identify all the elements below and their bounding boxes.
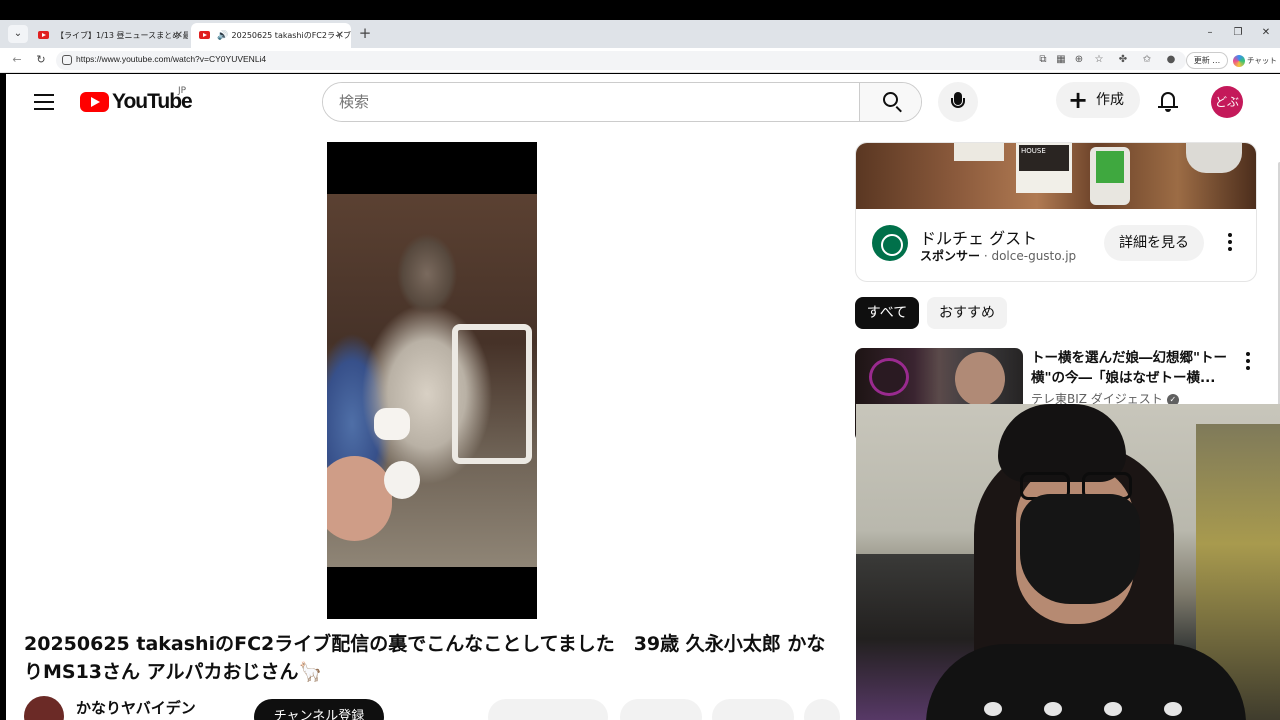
tab-title: 20250625 takashiのFC2ライブ配 bbox=[231, 31, 351, 40]
screen: ⌄ 【ライブ】1/13 昼ニュースまとめ 最新情報 ✕ 🔊 20250625 t… bbox=[0, 0, 1280, 720]
thumbnail-face bbox=[869, 358, 909, 396]
like-dislike-button[interactable] bbox=[488, 699, 608, 720]
create-label: 作成 bbox=[1096, 92, 1124, 108]
more-actions-button[interactable] bbox=[804, 699, 840, 720]
reload-icon[interactable]: ↻ bbox=[34, 53, 48, 67]
ad-more-icon[interactable] bbox=[1228, 233, 1232, 251]
ad-product-box bbox=[954, 143, 1004, 161]
ad-domain: dolce-gusto.jp bbox=[991, 249, 1077, 263]
thumbnail-face bbox=[955, 352, 1005, 406]
sweater-pattern bbox=[1164, 702, 1182, 716]
webcam-overlay bbox=[856, 404, 1280, 720]
sponsored-ad-card[interactable]: HOUSE ドルチェ グスト スポンサー · dolce-gusto.jp 詳細… bbox=[855, 142, 1257, 282]
channel-name[interactable]: かなりヤバイデン bbox=[76, 697, 196, 718]
site-info-icon[interactable] bbox=[62, 55, 72, 65]
update-button[interactable]: 更新 … bbox=[1186, 52, 1228, 69]
share-button[interactable] bbox=[620, 699, 702, 720]
browser-toolbar: ← ↻ https://www.youtube.com/watch?v=CY0Y… bbox=[0, 48, 1280, 73]
favorite-star-icon[interactable]: ☆ bbox=[1092, 53, 1106, 67]
sweater-pattern bbox=[1044, 702, 1062, 716]
ad-sponsor-line: スポンサー · dolce-gusto.jp bbox=[920, 249, 1077, 263]
create-button[interactable]: + 作成 bbox=[1056, 82, 1140, 118]
chip-all[interactable]: すべて bbox=[855, 297, 919, 329]
voice-search-button[interactable] bbox=[938, 82, 978, 122]
webcam-person-sweater bbox=[926, 644, 1246, 720]
video-player[interactable] bbox=[327, 142, 537, 619]
notifications-bell-icon[interactable] bbox=[1158, 90, 1178, 112]
address-bar[interactable]: https://www.youtube.com/watch?v=CY0YUVEN… bbox=[56, 51, 1186, 70]
youtube-favicon-icon bbox=[38, 31, 49, 39]
hand bbox=[327, 456, 392, 541]
black-top-border bbox=[0, 0, 1280, 20]
advertiser-name[interactable]: ドルチェ グスト bbox=[920, 225, 1037, 249]
chevron-down-icon: ⌄ bbox=[13, 28, 23, 39]
new-tab-button[interactable]: + bbox=[357, 25, 373, 41]
egg bbox=[384, 461, 420, 499]
recommendation-title[interactable]: トー横を選んだ娘―幻想郷"トー横"の今―「娘はなぜトー横... bbox=[1031, 348, 1241, 388]
search-icon bbox=[883, 92, 898, 107]
search-box bbox=[322, 82, 922, 122]
ad-details-button[interactable]: 詳細を見る bbox=[1104, 225, 1204, 261]
tab-close-icon[interactable]: ✕ bbox=[175, 23, 183, 48]
speaker-icon[interactable]: 🔊 bbox=[217, 24, 229, 48]
video-frame bbox=[327, 194, 537, 567]
profile-icon[interactable]: ● bbox=[1164, 53, 1178, 67]
tab-live-news[interactable]: 【ライブ】1/13 昼ニュースまとめ 最新情報 ✕ bbox=[30, 23, 188, 48]
advertiser-logo-icon[interactable] bbox=[872, 225, 908, 261]
ad-product-label: HOUSE bbox=[1019, 145, 1069, 171]
search-input[interactable] bbox=[323, 83, 859, 121]
copilot-button[interactable]: チャット bbox=[1233, 52, 1278, 69]
tab-title: 【ライブ】1/13 昼ニュースまとめ 最新情報 bbox=[56, 31, 188, 40]
close-window-button[interactable]: ✕ bbox=[1256, 25, 1276, 41]
recommendation-more-icon[interactable] bbox=[1246, 352, 1250, 370]
tab-list-dropdown[interactable]: ⌄ bbox=[8, 25, 28, 43]
extension-icon[interactable]: ✤ bbox=[1116, 53, 1130, 67]
wrist-bandage bbox=[374, 408, 410, 440]
reader-view-icon[interactable]: ▦ bbox=[1054, 53, 1068, 67]
favorites-icon[interactable]: ✩ bbox=[1140, 53, 1154, 67]
sweater-pattern bbox=[1104, 702, 1122, 716]
youtube-play-icon bbox=[80, 92, 109, 112]
channel-avatar[interactable] bbox=[24, 696, 64, 720]
account-avatar[interactable]: どぶ bbox=[1211, 86, 1243, 118]
ad-drip-filter bbox=[1096, 151, 1124, 183]
tab-close-icon[interactable]: ✕ bbox=[336, 23, 344, 48]
logo-region: JP bbox=[178, 86, 187, 96]
sweater-pattern bbox=[984, 702, 1002, 716]
tab-current-video[interactable]: 🔊 20250625 takashiのFC2ライブ配 ✕ bbox=[191, 23, 351, 48]
url-text[interactable]: https://www.youtube.com/watch?v=CY0YUVEN… bbox=[76, 54, 266, 64]
ad-kettle bbox=[1186, 143, 1242, 173]
translate-icon[interactable]: ⧉ bbox=[1036, 53, 1050, 67]
bed-rail bbox=[452, 324, 532, 464]
back-arrow-icon[interactable]: ← bbox=[10, 53, 24, 67]
subscribe-button[interactable]: チャンネル登録 bbox=[254, 699, 384, 720]
webcam-person-hat bbox=[998, 404, 1126, 482]
restore-button[interactable]: ❐ bbox=[1228, 25, 1248, 41]
browser-tabstrip: ⌄ 【ライブ】1/13 昼ニュースまとめ 最新情報 ✕ 🔊 20250625 t… bbox=[0, 20, 1280, 48]
ad-banner-image[interactable]: HOUSE bbox=[856, 143, 1256, 209]
microphone-icon bbox=[951, 92, 965, 108]
video-title: 20250625 takashiのFC2ライブ配信の裏でこんなことしてました 3… bbox=[24, 633, 826, 683]
sponsor-label: スポンサー bbox=[920, 249, 981, 263]
chip-recommended[interactable]: おすすめ bbox=[927, 297, 1007, 329]
plus-icon: + bbox=[1068, 86, 1089, 114]
save-button[interactable] bbox=[712, 699, 794, 720]
webcam-person-mask bbox=[1020, 494, 1140, 604]
minimize-button[interactable]: – bbox=[1200, 25, 1220, 41]
zoom-icon[interactable]: ⊕ bbox=[1072, 53, 1086, 67]
youtube-favicon-icon bbox=[199, 31, 210, 39]
hamburger-menu-icon[interactable] bbox=[34, 94, 54, 110]
search-button[interactable] bbox=[859, 83, 921, 121]
